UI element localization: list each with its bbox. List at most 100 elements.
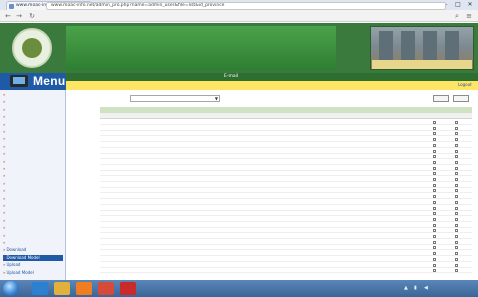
row-checkbox[interactable] bbox=[433, 235, 436, 238]
sidebar-item[interactable] bbox=[3, 92, 63, 98]
row-checkbox[interactable] bbox=[433, 166, 436, 170]
menu-icon[interactable]: ≡ bbox=[464, 11, 474, 21]
row-checkbox[interactable] bbox=[433, 200, 436, 204]
row-checkbox[interactable] bbox=[455, 217, 458, 221]
row-checkbox[interactable] bbox=[455, 240, 458, 244]
row-checkbox[interactable] bbox=[433, 229, 436, 233]
row-checkbox[interactable] bbox=[433, 126, 436, 130]
media-player-icon[interactable] bbox=[76, 282, 92, 295]
row-checkbox[interactable] bbox=[433, 246, 436, 250]
row-checkbox[interactable] bbox=[455, 246, 458, 250]
row-checkbox[interactable] bbox=[455, 257, 458, 261]
pdf-icon[interactable] bbox=[120, 282, 136, 295]
sidebar-item[interactable] bbox=[3, 240, 63, 246]
row-checkbox[interactable] bbox=[455, 235, 458, 238]
ie-icon[interactable] bbox=[32, 282, 48, 295]
row-checkbox[interactable] bbox=[455, 121, 458, 124]
sidebar-item[interactable] bbox=[3, 99, 63, 105]
row-checkbox[interactable] bbox=[433, 143, 436, 147]
row-checkbox[interactable] bbox=[455, 166, 458, 170]
address-bar[interactable]: www.moac-info.net/admin_pro.php?name=adm… bbox=[46, 2, 446, 10]
back-icon[interactable]: ← bbox=[3, 11, 13, 21]
sidebar-item[interactable] bbox=[3, 225, 63, 231]
network-icon[interactable]: ▮ bbox=[414, 285, 417, 291]
row-checkbox[interactable] bbox=[455, 172, 458, 176]
search-button[interactable] bbox=[433, 95, 449, 102]
row-checkbox[interactable] bbox=[433, 212, 436, 216]
sidebar-item[interactable] bbox=[3, 129, 63, 135]
sidebar-item[interactable]: Download bbox=[3, 247, 63, 253]
row-checkbox[interactable] bbox=[455, 132, 458, 136]
row-checkbox[interactable] bbox=[433, 138, 436, 142]
row-checkbox[interactable] bbox=[433, 183, 436, 187]
row-checkbox[interactable] bbox=[433, 252, 436, 256]
row-checkbox[interactable] bbox=[433, 121, 436, 124]
sidebar-item[interactable] bbox=[3, 181, 63, 187]
row-checkbox[interactable] bbox=[433, 240, 436, 244]
row-checkbox[interactable] bbox=[455, 252, 458, 256]
sidebar-item[interactable] bbox=[3, 173, 63, 179]
sidebar-item[interactable] bbox=[3, 114, 63, 120]
sidebar-item[interactable] bbox=[3, 107, 63, 113]
province-select[interactable]: ▼ bbox=[130, 95, 220, 102]
row-checkbox[interactable] bbox=[455, 195, 458, 199]
sidebar-item[interactable] bbox=[3, 233, 63, 239]
row-checkbox[interactable] bbox=[433, 263, 436, 267]
sidebar-item[interactable] bbox=[3, 203, 63, 209]
sidebar-item[interactable] bbox=[3, 196, 63, 202]
row-checkbox[interactable] bbox=[433, 189, 436, 193]
row-checkbox[interactable] bbox=[433, 172, 436, 176]
volume-icon[interactable]: ◀ bbox=[424, 285, 428, 291]
close-window-button[interactable]: ✕ bbox=[464, 1, 476, 9]
row-checkbox[interactable] bbox=[433, 155, 436, 159]
row-checkbox[interactable] bbox=[455, 126, 458, 130]
row-checkbox[interactable] bbox=[433, 149, 436, 153]
row-checkbox[interactable] bbox=[433, 217, 436, 221]
row-checkbox[interactable] bbox=[455, 223, 458, 227]
topnav-item-email[interactable]: E-mail bbox=[224, 73, 238, 81]
maximize-button[interactable]: □ bbox=[452, 1, 464, 9]
row-checkbox[interactable] bbox=[433, 195, 436, 199]
sidebar-item[interactable] bbox=[3, 210, 63, 216]
sidebar-item[interactable] bbox=[3, 122, 63, 128]
reload-icon[interactable]: ↻ bbox=[27, 11, 37, 21]
row-checkbox[interactable] bbox=[455, 183, 458, 187]
row-checkbox[interactable] bbox=[433, 132, 436, 136]
row-checkbox[interactable] bbox=[433, 223, 436, 227]
sidebar-item[interactable]: Upload Model bbox=[3, 270, 63, 276]
sidebar-item[interactable] bbox=[3, 188, 63, 194]
row-checkbox[interactable] bbox=[455, 155, 458, 159]
logout-link[interactable]: Logout bbox=[458, 82, 472, 87]
row-checkbox[interactable] bbox=[433, 257, 436, 261]
sidebar-item[interactable]: Upload bbox=[3, 262, 63, 268]
row-checkbox[interactable] bbox=[455, 138, 458, 142]
forward-icon[interactable]: → bbox=[14, 11, 24, 21]
sidebar-item[interactable] bbox=[3, 218, 63, 224]
row-checkbox[interactable] bbox=[455, 263, 458, 267]
start-button[interactable] bbox=[3, 281, 19, 296]
chrome-icon[interactable] bbox=[98, 282, 114, 295]
sidebar-item[interactable] bbox=[3, 136, 63, 142]
sidebar-item[interactable] bbox=[3, 144, 63, 150]
row-checkbox[interactable] bbox=[455, 160, 458, 164]
row-checkbox[interactable] bbox=[455, 149, 458, 153]
sidebar-item[interactable] bbox=[3, 151, 63, 157]
sidebar-item[interactable] bbox=[3, 159, 63, 165]
sidebar-item[interactable] bbox=[3, 166, 63, 172]
add-button[interactable] bbox=[453, 95, 469, 102]
row-checkbox[interactable] bbox=[455, 269, 458, 273]
row-checkbox[interactable] bbox=[433, 178, 436, 181]
row-checkbox[interactable] bbox=[433, 206, 436, 210]
search-icon[interactable]: ⌕ bbox=[452, 11, 462, 21]
row-checkbox[interactable] bbox=[455, 229, 458, 233]
row-checkbox[interactable] bbox=[455, 212, 458, 216]
row-checkbox[interactable] bbox=[455, 178, 458, 181]
arrow-up-icon[interactable]: ▲ bbox=[404, 285, 408, 291]
row-checkbox[interactable] bbox=[455, 206, 458, 210]
row-checkbox[interactable] bbox=[455, 200, 458, 204]
row-checkbox[interactable] bbox=[455, 189, 458, 193]
row-checkbox[interactable] bbox=[455, 143, 458, 147]
row-checkbox[interactable] bbox=[433, 160, 436, 164]
sidebar-item[interactable]: Download Model bbox=[3, 254, 63, 261]
folder-icon[interactable] bbox=[54, 282, 70, 295]
